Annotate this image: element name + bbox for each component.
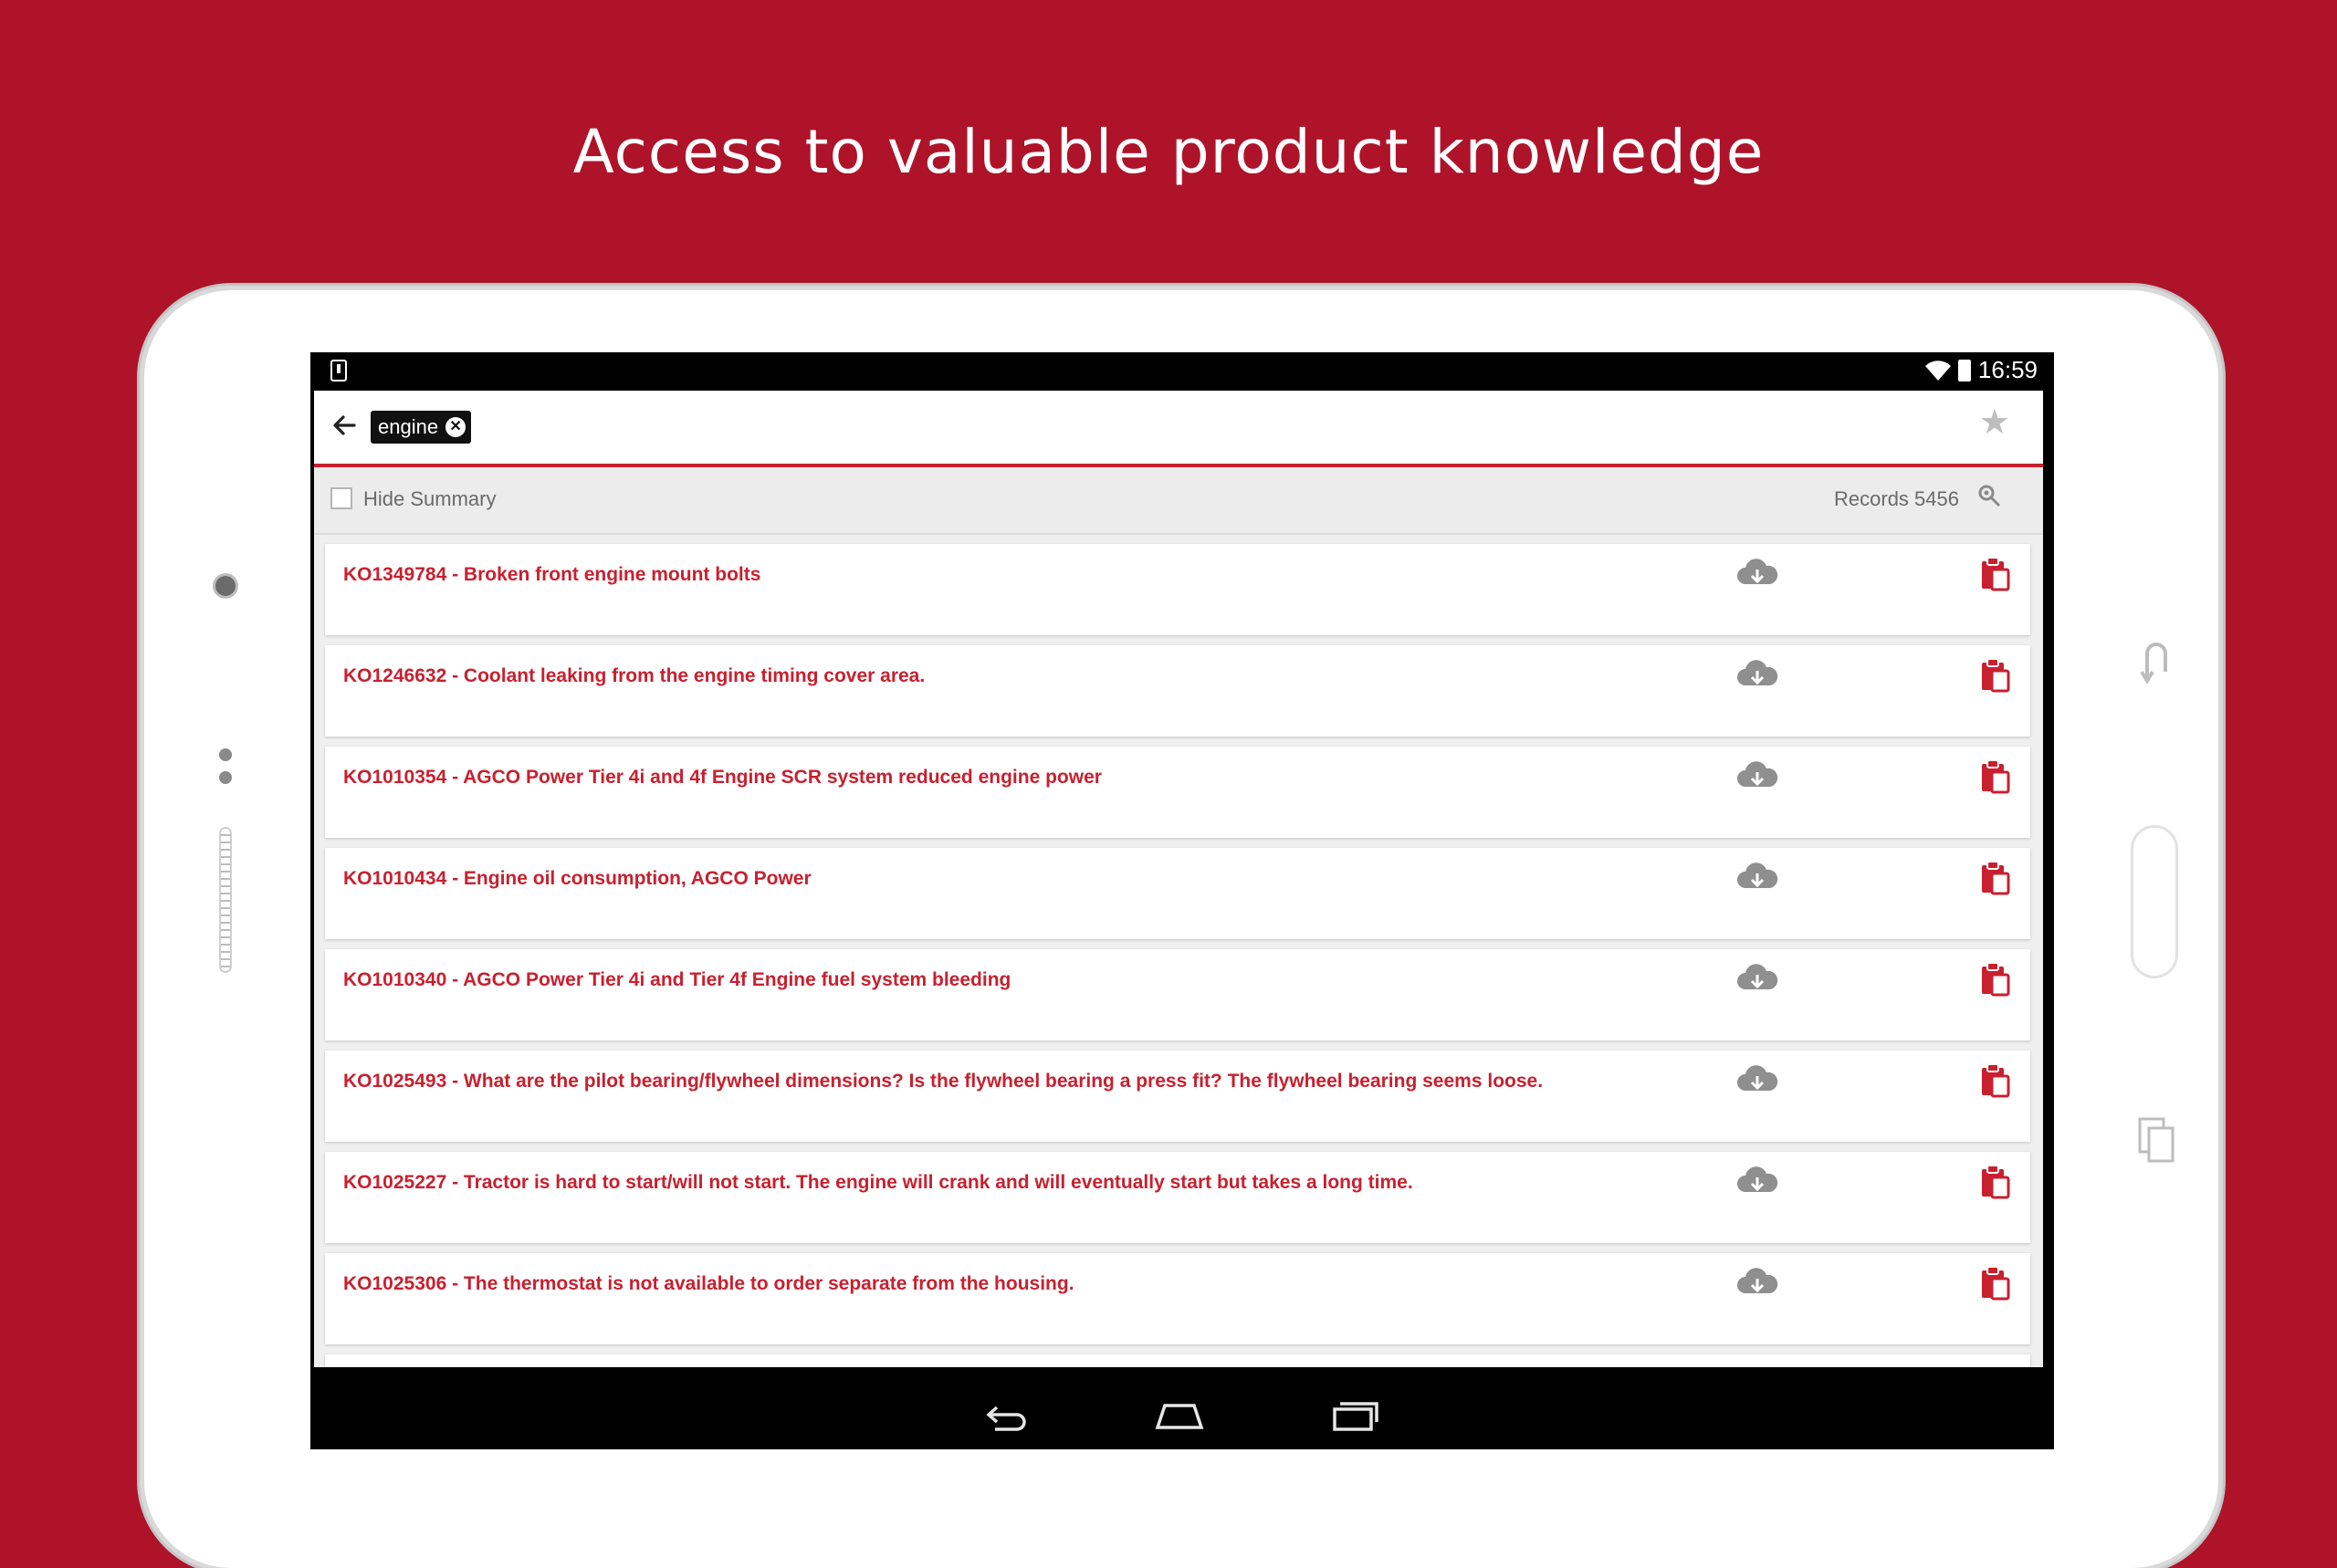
clipboard-icon[interactable]: [1979, 859, 2012, 897]
result-title[interactable]: KO1010340 - AGCO Power Tier 4i and Tier …: [343, 969, 1011, 991]
list-item[interactable]: KO1349784 - Broken front engine mount bo…: [325, 544, 2030, 635]
list-item[interactable]: KO1010434 - Engine oil consumption, AGCO…: [325, 848, 2030, 939]
clipboard-icon[interactable]: [1979, 1163, 2012, 1201]
nav-back-icon[interactable]: [977, 1393, 1032, 1437]
cloud-download-icon[interactable]: [1736, 964, 1778, 997]
clipboard-icon[interactable]: [1979, 1264, 2012, 1302]
result-title[interactable]: KO1025227 - Tractor is hard to start/wil…: [343, 1172, 1413, 1194]
records-count: Records 5456: [1834, 487, 1959, 510]
clear-icon[interactable]: ✕: [445, 417, 466, 437]
list-item[interactable]: KO1010340 - AGCO Power Tier 4i and Tier …: [325, 949, 2030, 1040]
hw-recents-icon: [2136, 1115, 2176, 1173]
hide-summary-checkbox[interactable]: [330, 487, 352, 509]
cloud-download-icon[interactable]: [1736, 761, 1778, 794]
list-item[interactable]: KO1246632 - Coolant leaking from the eng…: [325, 645, 2030, 737]
clipboard-icon[interactable]: [1979, 1061, 2012, 1100]
clipboard-icon[interactable]: [1979, 960, 2012, 998]
nav-recents-icon[interactable]: [1327, 1393, 1382, 1437]
result-title[interactable]: KO1010354 - AGCO Power Tier 4i and 4f En…: [343, 767, 1102, 789]
cloud-download-icon[interactable]: [1736, 1268, 1778, 1301]
list-item[interactable]: KO1025227 - Tractor is hard to start/wil…: [325, 1152, 2030, 1243]
status-time: 16:59: [1977, 356, 2038, 383]
result-title[interactable]: KO1025306 - The thermostat is not availa…: [343, 1273, 1074, 1295]
speaker-grill: [219, 827, 232, 973]
search-settings-icon[interactable]: [1975, 482, 2003, 509]
hide-summary-label: Hide Summary: [363, 487, 497, 510]
headline: Access to valuable product knowledge: [572, 117, 1765, 187]
result-title[interactable]: KO1349784 - Broken front engine mount bo…: [343, 564, 760, 586]
sensor-dot: [219, 748, 232, 761]
app-content: engine ✕ ★ Hide Summary Records 5456 KO1…: [314, 391, 2043, 1367]
nav-home-icon[interactable]: [1152, 1393, 1207, 1437]
result-title[interactable]: KO1025493 - What are the pilot bearing/f…: [343, 1071, 1543, 1092]
search-chip[interactable]: engine ✕: [371, 411, 472, 444]
results-list: KO1349784 - Broken front engine mount bo…: [314, 535, 2043, 1367]
list-item[interactable]: KO1010354 - AGCO Power Tier 4i and 4f En…: [325, 747, 2030, 838]
star-icon[interactable]: ★: [1979, 405, 2010, 440]
clipboard-icon[interactable]: [1979, 656, 2012, 695]
clipboard-icon[interactable]: [1979, 555, 2012, 593]
list-item[interactable]: KO1025493 - What are the pilot bearing/f…: [325, 1051, 2030, 1142]
list-item-partial[interactable]: [325, 1354, 2030, 1367]
wifi-icon: [1924, 360, 1951, 381]
result-title[interactable]: KO1246632 - Coolant leaking from the eng…: [343, 665, 925, 687]
list-item[interactable]: KO1025306 - The thermostat is not availa…: [325, 1253, 2030, 1344]
system-nav-bar: [310, 1380, 2054, 1449]
summary-bar: Hide Summary Records 5456: [314, 467, 2043, 535]
hw-home-key: [2131, 825, 2178, 978]
search-toolbar: engine ✕ ★: [314, 391, 2043, 467]
hw-back-icon: [2138, 635, 2175, 695]
sensor-dot: [219, 771, 232, 784]
device-screen: 16:59 engine ✕ ★ Hide Summary Records 54…: [310, 352, 2054, 1449]
cloud-download-icon[interactable]: [1736, 1166, 1778, 1199]
status-bar: 16:59: [310, 352, 2054, 391]
cloud-download-icon[interactable]: [1736, 862, 1778, 895]
cloud-download-icon[interactable]: [1736, 559, 1778, 591]
cloud-download-icon[interactable]: [1736, 1065, 1778, 1098]
download-notification-icon: [330, 360, 347, 382]
battery-icon: [1957, 359, 1971, 382]
search-chip-label: engine: [378, 415, 439, 438]
result-title[interactable]: KO1010434 - Engine oil consumption, AGCO…: [343, 868, 812, 890]
front-camera: [215, 576, 236, 596]
cloud-download-icon[interactable]: [1736, 660, 1778, 693]
back-arrow-icon[interactable]: [327, 407, 363, 444]
clipboard-icon[interactable]: [1979, 758, 2012, 796]
